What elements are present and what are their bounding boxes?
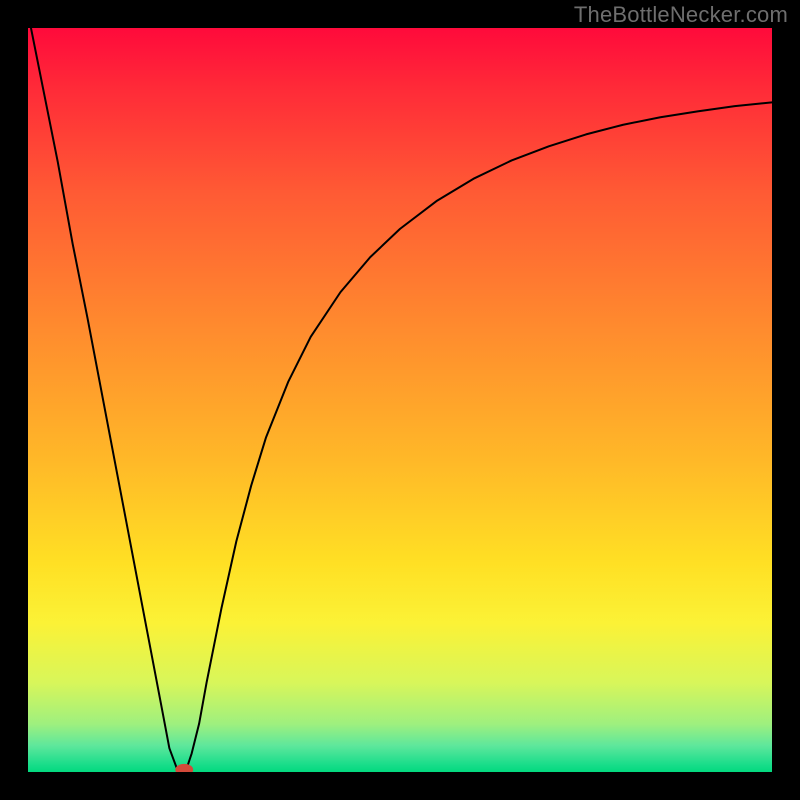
gradient-background [28,28,772,772]
plot-area [28,28,772,772]
watermark-text: TheBottleNecker.com [574,2,788,28]
chart-frame: TheBottleNecker.com [0,0,800,800]
chart-svg [28,28,772,772]
